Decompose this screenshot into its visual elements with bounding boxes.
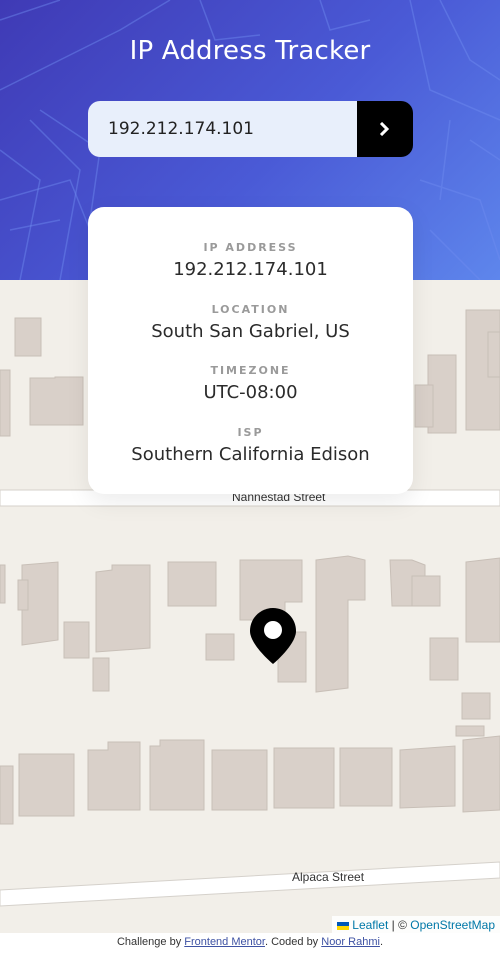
chevron-right-icon xyxy=(379,122,390,136)
footer-suffix: . xyxy=(379,936,383,948)
footer-middle: . Coded by xyxy=(264,936,322,948)
ip-address-label: IP Address xyxy=(203,241,298,254)
ip-info-card: IP Address 192.212.174.101 Location Sout… xyxy=(88,207,413,494)
page-title: IP Address Tracker xyxy=(129,36,371,66)
ukraine-flag-icon xyxy=(337,921,350,930)
search-submit-button[interactable] xyxy=(357,101,413,157)
attribution-separator: | © xyxy=(388,918,411,932)
openstreetmap-link[interactable]: OpenStreetMap xyxy=(410,918,495,932)
ip-search-input[interactable] xyxy=(88,101,357,157)
frontend-mentor-link[interactable]: Frontend Mentor xyxy=(184,936,265,948)
ip-address-value: 192.212.174.101 xyxy=(173,259,328,280)
leaflet-link[interactable]: Leaflet xyxy=(352,918,388,932)
timezone-section: Timezone UTC-08:00 xyxy=(88,364,413,426)
location-label: Location xyxy=(211,302,290,316)
timezone-label: Timezone xyxy=(210,364,291,377)
isp-value: Southern California Edison xyxy=(131,443,370,465)
timezone-value: UTC-08:00 xyxy=(203,382,298,403)
location-section: Location South San Gabriel, US xyxy=(88,303,413,365)
isp-section: ISP Southern California Edison xyxy=(88,426,413,488)
street-label-alpaca: Alpaca Street xyxy=(292,870,365,884)
isp-label: ISP xyxy=(237,425,264,439)
footer-credits: Challenge by Frontend Mentor. Coded by N… xyxy=(0,934,500,953)
ip-address-section: IP Address 192.212.174.101 xyxy=(88,241,413,303)
author-link[interactable]: Noor Rahmi xyxy=(321,936,380,948)
search-bar xyxy=(88,101,413,157)
map-attribution: Leaflet | © OpenStreetMap xyxy=(332,916,500,934)
location-value: South San Gabriel, US xyxy=(151,320,350,342)
location-pin-icon[interactable] xyxy=(250,608,296,664)
footer-prefix: Challenge by xyxy=(116,936,185,948)
